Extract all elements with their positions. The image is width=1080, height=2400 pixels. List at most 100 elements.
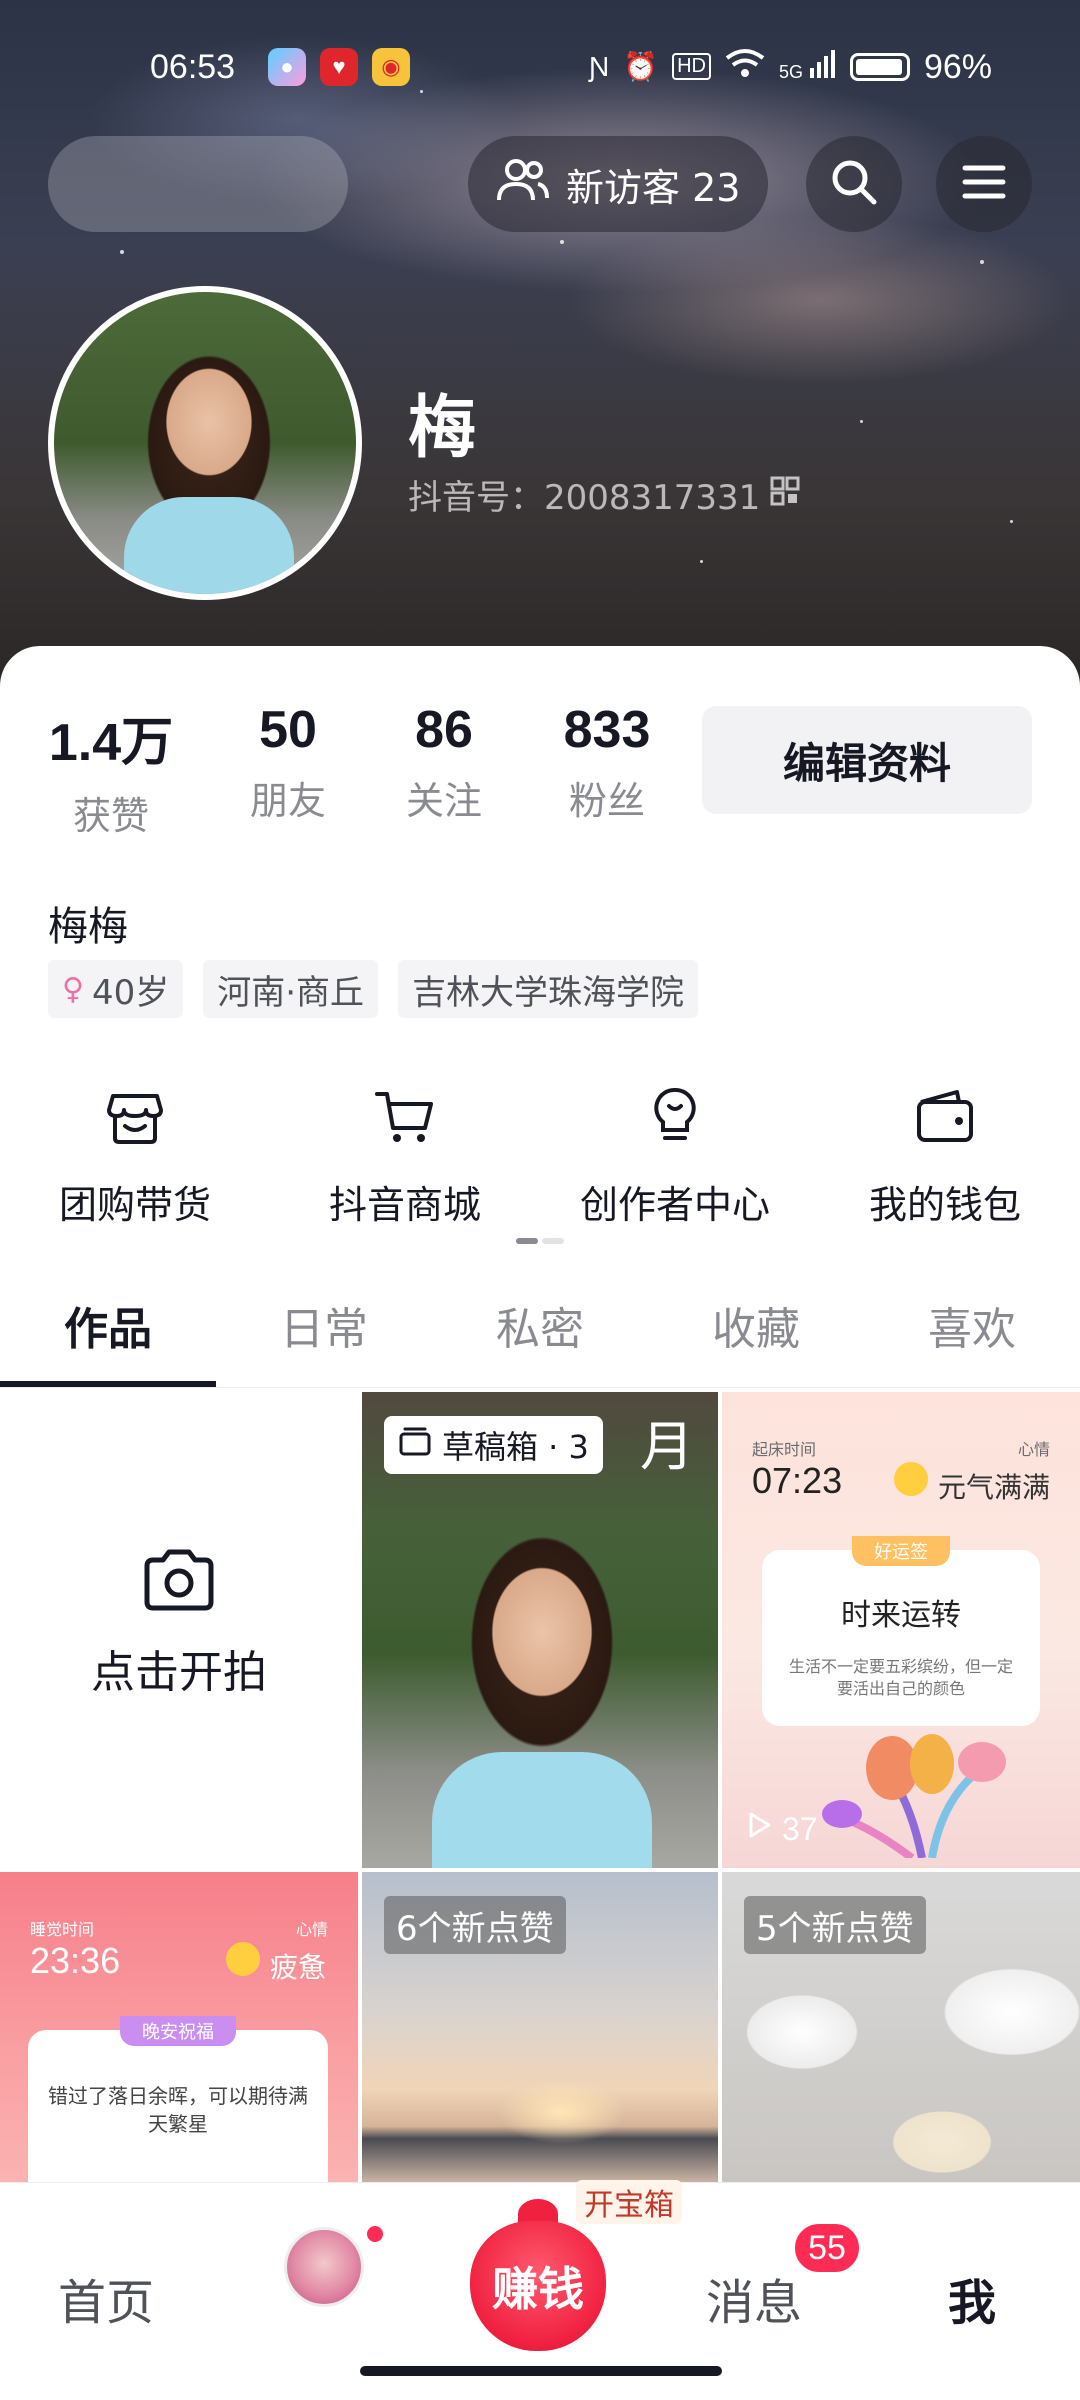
mood-blessing-card: 晚安祝福 错过了落日余晖，可以期待满天繁星: [28, 2016, 328, 2182]
tag-location: 河南·商丘: [203, 960, 379, 1018]
weibo-icon: ◉: [372, 48, 410, 86]
stat-followers[interactable]: 833 粉丝: [544, 700, 670, 825]
nfc-icon: Ɲ: [588, 50, 610, 82]
search-button[interactable]: [806, 136, 902, 232]
mood-time: 07:23: [752, 1460, 843, 1501]
messages-badge: 55: [792, 2221, 862, 2275]
flower-illustration: [812, 1718, 1032, 1862]
service-wallet[interactable]: 我的钱包: [810, 1080, 1080, 1229]
tab-favorites[interactable]: 收藏: [648, 1282, 864, 1387]
tag-age: ♀ 40岁: [48, 960, 184, 1018]
tab-likes[interactable]: 喜欢: [864, 1282, 1080, 1387]
nickname: 梅梅: [48, 904, 128, 950]
tab-works[interactable]: 作品: [0, 1282, 216, 1387]
mood-caption: 心情: [1017, 1440, 1050, 1459]
stat-label: 粉丝: [568, 779, 645, 823]
mood-body: 生活不一定要五彩缤纷，但一定要活出自己的颜色: [788, 1657, 1013, 1699]
camera-icon: [0, 1548, 358, 1616]
mood-label: 疲惫: [270, 1951, 327, 1984]
content-tabs: 作品 日常 私密 收藏 喜欢: [0, 1282, 1080, 1388]
shop-icon: [0, 1080, 270, 1152]
earn-money-button[interactable]: 赚钱: [470, 2221, 606, 2351]
lightbulb-icon: [540, 1080, 810, 1152]
stat-likes[interactable]: 1.4万 获赞: [46, 700, 176, 840]
new-likes-badge: 6个新点赞: [384, 1896, 566, 1954]
service-creator-center[interactable]: 创作者中心: [540, 1080, 810, 1229]
hd-icon: HD: [672, 53, 711, 80]
search-icon: [829, 157, 879, 211]
signal-icon: 5G: [779, 50, 836, 83]
stat-label: 获赞: [72, 794, 149, 838]
battery-percent: 96%: [923, 48, 992, 86]
status-bar: 06:53 ● ♥ ◉ Ɲ ⏰ HD 5G 96%: [0, 40, 1080, 100]
drafts-icon: [398, 1426, 432, 1464]
service-mall[interactable]: 抖音商城: [270, 1080, 540, 1229]
mood-post-morning[interactable]: 起床时间 心情 07:23 元气满满 好运签 时来运转 生活不一定要五彩缤纷，但…: [722, 1392, 1080, 1868]
stat-value: 86: [415, 701, 473, 759]
video-sunset[interactable]: 6个新点赞: [362, 1872, 718, 2182]
stat-label: 关注: [405, 779, 482, 823]
mood-label: 元气满满: [938, 1471, 1051, 1504]
draft-corner-text: 月: [640, 1415, 694, 1478]
avatar-photo-figure: [124, 497, 294, 594]
tab-daily[interactable]: 日常: [216, 1282, 432, 1387]
douyin-id[interactable]: 抖音号：2008317331: [408, 470, 800, 519]
service-group-buy[interactable]: 团购带货: [0, 1080, 270, 1229]
draft-photo-figure: [432, 1752, 652, 1868]
stat-value: 833: [563, 701, 651, 759]
edit-profile-button[interactable]: 编辑资料: [702, 706, 1032, 814]
mood-time-caption: 起床时间: [752, 1440, 817, 1459]
wallet-icon: [810, 1080, 1080, 1152]
draft-badge: 草稿箱 · 3: [384, 1416, 603, 1474]
tag-label: 40岁: [91, 972, 170, 1013]
nav-friend-avatar[interactable]: [284, 2227, 364, 2307]
new-visitors-button[interactable]: 新访客 23: [468, 136, 768, 232]
cart-icon: [270, 1080, 540, 1152]
app-notification-icon: ●: [268, 48, 306, 86]
mood-time: 23:36: [30, 1940, 121, 1981]
tag-school: 吉林大学珠海学院: [398, 960, 699, 1018]
stat-value: 50: [259, 701, 317, 759]
menu-button[interactable]: [936, 136, 1032, 232]
network-type: 5G: [778, 62, 803, 82]
profile-name: 梅: [408, 389, 477, 468]
nav-home[interactable]: 首页: [58, 2263, 154, 2333]
app-notification-icon: ♥: [320, 48, 358, 86]
mood-post-night[interactable]: 睡觉时间 心情 23:36 疲惫 晚安祝福 错过了落日余晖，可以期待满天繁星: [0, 1872, 358, 2182]
new-likes-badge: 5个新点赞: [744, 1896, 926, 1954]
draft-label: 草稿箱 · 3: [442, 1428, 589, 1466]
qr-code-icon[interactable]: [770, 475, 800, 515]
open-treasure-label[interactable]: 开宝箱: [576, 2180, 682, 2224]
mood-body: 错过了落日余晖，可以期待满天繁星: [48, 2084, 308, 2136]
alarm-icon: ⏰: [623, 51, 659, 82]
stat-following[interactable]: 86 关注: [384, 700, 504, 825]
visitors-label: 新访客 23: [566, 165, 741, 210]
video-food[interactable]: 5个新点赞: [722, 1872, 1080, 2182]
service-label: 创作者中心: [579, 1183, 770, 1227]
start-shooting-button[interactable]: 点击开拍: [0, 1392, 358, 1868]
tag-label: 吉林大学珠海学院: [412, 972, 685, 1013]
status-time: 06:53: [150, 48, 236, 86]
stat-friends[interactable]: 50 朋友: [228, 700, 348, 825]
page-indicator: [516, 1238, 564, 1244]
nav-messages[interactable]: 消息: [706, 2263, 802, 2333]
douyin-id-text: 抖音号：2008317331: [408, 478, 761, 518]
start-shooting-label: 点击开拍: [91, 1647, 267, 1698]
profile-avatar[interactable]: [48, 286, 362, 600]
home-indicator[interactable]: [360, 2366, 722, 2376]
draft-box-item[interactable]: 草稿箱 · 3 月: [362, 1392, 718, 1868]
stat-value: 1.4万: [48, 714, 174, 772]
female-icon: ♀: [62, 971, 84, 1007]
happy-emoji-icon: [894, 1462, 928, 1496]
service-label: 抖音商城: [328, 1183, 481, 1227]
tag-label: 河南·商丘: [217, 972, 365, 1013]
mood-time-caption: 睡觉时间: [30, 1920, 95, 1939]
nav-me[interactable]: 我: [948, 2263, 996, 2333]
mood-headline: 时来运转: [841, 1598, 961, 1633]
mood-pill: 好运签: [852, 1536, 950, 1566]
blurred-pill[interactable]: [48, 136, 348, 232]
mood-pill: 晚安祝福: [120, 2016, 236, 2046]
tab-private[interactable]: 私密: [432, 1282, 648, 1387]
view-count: 37: [744, 1810, 818, 1848]
tired-emoji-icon: [226, 1942, 260, 1976]
